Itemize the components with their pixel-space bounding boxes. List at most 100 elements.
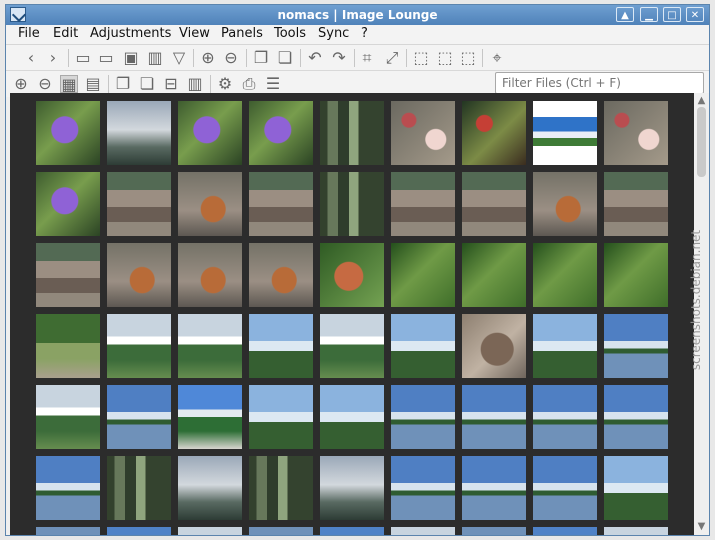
sort-icon[interactable]: ☰ (264, 75, 282, 93)
thumbnail-lake[interactable] (462, 385, 526, 449)
menu-view[interactable]: View (179, 26, 210, 41)
thumbnail-partial[interactable] (320, 527, 384, 535)
thumbnail-flower[interactable] (249, 101, 313, 165)
filter-icon[interactable]: ▽ (170, 49, 188, 67)
resize-icon[interactable]: ⤢ (383, 49, 401, 67)
open-folder-icon[interactable]: ▭ (74, 49, 92, 67)
thumbnail-flower[interactable] (178, 101, 242, 165)
thumbnail-bokeh[interactable] (604, 101, 668, 165)
thumbnail-squirrel[interactable] (178, 172, 242, 236)
crop-icon[interactable]: ⌗ (358, 49, 376, 67)
thumbnail-forest[interactable] (107, 456, 171, 520)
thumbnail-beach[interactable] (178, 385, 242, 449)
thumbnail-ground[interactable] (36, 243, 100, 307)
thumb-zoom-out-icon[interactable]: ⊖ (36, 75, 54, 93)
thumbnail-green[interactable] (604, 243, 668, 307)
thumbnail-leaf[interactable] (320, 243, 384, 307)
print-icon[interactable]: ⎙ (240, 75, 258, 93)
save-icon[interactable]: ▣ (122, 49, 140, 67)
thumbnail-duck[interactable] (462, 314, 526, 378)
thumbnail-grid[interactable] (10, 93, 694, 535)
location-icon[interactable]: ⌖ (488, 49, 506, 67)
thumbnail-meadow[interactable] (178, 314, 242, 378)
thumbnail-meadow[interactable] (320, 314, 384, 378)
rotate-right-icon[interactable]: ↷ (330, 49, 348, 67)
thumbnail-grass[interactable] (36, 314, 100, 378)
thumbnail-ground[interactable] (462, 172, 526, 236)
thumbnail-partial[interactable] (36, 527, 100, 535)
thumbnail-sky[interactable] (320, 456, 384, 520)
thumbnail-lake[interactable] (462, 456, 526, 520)
thumbnail-lake[interactable] (533, 456, 597, 520)
menu-tools[interactable]: Tools (274, 26, 306, 41)
thumbnail-ground[interactable] (391, 172, 455, 236)
single-view-icon[interactable]: ▤ (84, 75, 102, 93)
thumbnail-pine[interactable] (320, 385, 384, 449)
thumbnail-lake[interactable] (391, 385, 455, 449)
thumbnail-forest[interactable] (320, 172, 384, 236)
thumbnail-sky[interactable] (178, 456, 242, 520)
minimize-icon[interactable]: ▁ (640, 7, 658, 22)
fit-icon[interactable]: ⬚ (436, 49, 454, 67)
thumbnail-partial[interactable] (533, 527, 597, 535)
rotate-left-icon[interactable]: ↶ (306, 49, 324, 67)
scroll-down-icon[interactable]: ▼ (696, 521, 707, 533)
thumbnail-lake[interactable] (533, 385, 597, 449)
thumbnail-partial[interactable] (178, 527, 242, 535)
batch-icon[interactable]: ⚙ (216, 75, 234, 93)
maximize-icon[interactable]: □ (663, 7, 681, 22)
filter-files-input[interactable] (495, 72, 704, 94)
grid-view-icon[interactable]: ▦ (60, 75, 78, 94)
scroll-up-icon[interactable]: ▲ (696, 95, 707, 107)
close-icon[interactable]: ✕ (686, 7, 704, 22)
thumbnail-partial[interactable] (604, 527, 668, 535)
thumbnail-forest[interactable] (249, 456, 313, 520)
zoom-out-icon[interactable]: ⊖ (222, 49, 240, 67)
thumbnail-pine[interactable] (533, 314, 597, 378)
actual-size-icon[interactable]: ⬚ (459, 49, 477, 67)
copy-icon[interactable]: ❐ (252, 49, 270, 67)
thumbnail-partial[interactable] (391, 527, 455, 535)
back-icon[interactable]: ‹ (22, 49, 40, 67)
thumbnail-pine[interactable] (249, 385, 313, 449)
thumbnail-squirrel[interactable] (249, 243, 313, 307)
zoom-in-icon[interactable]: ⊕ (199, 49, 217, 67)
thumbnail-flower[interactable] (36, 101, 100, 165)
folder-icon[interactable]: ▭ (97, 49, 115, 67)
menu-sync[interactable]: Sync (318, 26, 349, 41)
menu-file[interactable]: File (18, 26, 40, 41)
thumbnail-forest[interactable] (320, 101, 384, 165)
delete-thumbs-icon[interactable]: ▥ (186, 75, 204, 93)
thumbnail-lake[interactable] (604, 385, 668, 449)
thumbnail-bokeh[interactable] (391, 101, 455, 165)
menu-help[interactable]: ? (361, 26, 368, 41)
menu-adjustments[interactable]: Adjustments (90, 26, 171, 41)
thumbnail-green[interactable] (391, 243, 455, 307)
rename-icon[interactable]: ⊟ (162, 75, 180, 93)
thumbnail-ground[interactable] (604, 172, 668, 236)
thumbnail-partial[interactable] (462, 527, 526, 535)
thumbnail-berries[interactable] (462, 101, 526, 165)
thumbnail-squirrel[interactable] (533, 172, 597, 236)
copy-thumbs-icon[interactable]: ❐ (114, 75, 132, 93)
thumbnail-squirrel[interactable] (107, 243, 171, 307)
thumbnail-meadow[interactable] (107, 314, 171, 378)
paste-icon[interactable]: ❏ (276, 49, 294, 67)
menu-edit[interactable]: Edit (53, 26, 78, 41)
thumbnail-green[interactable] (462, 243, 526, 307)
thumbnail-sky[interactable] (107, 101, 171, 165)
thumbnail-meadow[interactable] (36, 385, 100, 449)
thumbnail-lake[interactable] (391, 456, 455, 520)
scrollbar-handle[interactable] (697, 107, 706, 177)
thumbnail-ground[interactable] (249, 172, 313, 236)
thumbnail-pine[interactable] (604, 456, 668, 520)
thumbnail-lake[interactable] (36, 456, 100, 520)
paste-thumbs-icon[interactable]: ❏ (138, 75, 156, 93)
thumbnail-lake[interactable] (604, 314, 668, 378)
thumbnail-lake[interactable] (107, 385, 171, 449)
thumbnail-landscape[interactable] (533, 101, 597, 165)
keep-above-icon[interactable]: ▲ (616, 7, 634, 22)
thumbnail-green[interactable] (533, 243, 597, 307)
thumbnail-pine[interactable] (249, 314, 313, 378)
thumbnail-partial[interactable] (249, 527, 313, 535)
